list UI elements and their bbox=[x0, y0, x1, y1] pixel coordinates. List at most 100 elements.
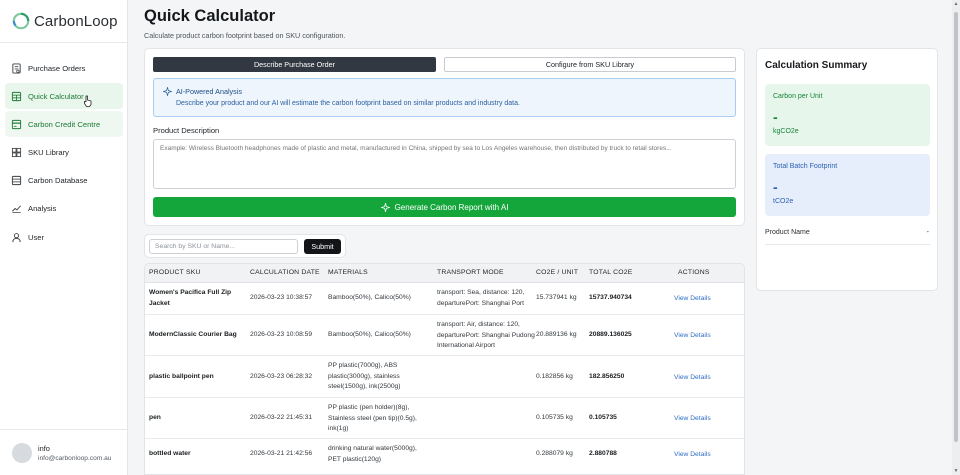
column-header-co2e-unit: CO2E / UNIT bbox=[536, 269, 579, 276]
cell-total-co2e: 15737.940734 bbox=[589, 294, 632, 301]
cell-transport: transport: Air, distance: 120, departure… bbox=[437, 321, 535, 349]
table-header: PRODUCT SKU CALCULATION DATE MATERIALS T… bbox=[145, 264, 744, 283]
search-input[interactable]: Search by SKU or Name... bbox=[149, 239, 298, 254]
brand-name: CarbonLoop bbox=[34, 12, 118, 30]
user-name: info bbox=[38, 443, 50, 453]
sidebar: CarbonLoop Purchase Orders Quick Calcula… bbox=[0, 0, 128, 475]
table-row[interactable]: bottled water 2026-03-21 21:42:56 drinki… bbox=[145, 439, 744, 474]
table-row[interactable]: Women's Pacifica Full Zip Jacket 2026-03… bbox=[145, 283, 744, 315]
sidebar-nav: Purchase Orders Quick Calculator Carbon … bbox=[5, 55, 123, 252]
carbonloop-logo-icon bbox=[12, 12, 30, 30]
submit-button[interactable]: Submit bbox=[304, 239, 341, 254]
sidebar-item-label: Quick Calculator bbox=[28, 91, 84, 101]
sidebar-item-label: Analysis bbox=[28, 204, 57, 214]
sidebar-item-purchase-orders[interactable]: Purchase Orders bbox=[5, 55, 123, 81]
page-subtitle: Calculate product carbon footprint based… bbox=[144, 31, 346, 40]
metric-unit: tCO2e bbox=[773, 198, 794, 205]
scrollbar-thumb[interactable] bbox=[954, 12, 958, 442]
grid-icon bbox=[11, 148, 22, 158]
cell-materials: Bamboo(50%), Calico(50%) bbox=[328, 294, 411, 301]
product-name-label: Product Name bbox=[765, 229, 810, 236]
cell-transport: transport: Sea, distance: 120, departure… bbox=[437, 289, 525, 307]
ai-analysis-title: AI-Powered Analysis bbox=[176, 87, 242, 96]
cell-co2e-unit: 0.105735 kg bbox=[536, 414, 573, 421]
ai-analysis-description: Describe your product and our AI will es… bbox=[176, 100, 520, 107]
column-header-sku: PRODUCT SKU bbox=[149, 269, 201, 276]
sidebar-item-user[interactable]: User bbox=[5, 224, 123, 250]
column-header-transport: TRANSPORT MODE bbox=[437, 269, 504, 276]
table-row[interactable]: ModernClassic Courier Bag 2026-03-23 10:… bbox=[145, 315, 744, 356]
cell-materials: drinking natural water(5000g), PET plast… bbox=[328, 445, 417, 463]
product-description-input[interactable] bbox=[153, 139, 736, 189]
avatar bbox=[12, 442, 32, 463]
cell-co2e-unit: 0.288079 kg bbox=[536, 450, 573, 457]
view-details-link[interactable]: View Details bbox=[674, 294, 711, 305]
table-row[interactable]: plastic ballpoint pen 2026-03-23 06:28:3… bbox=[145, 356, 744, 398]
column-header-total-co2e: TOTAL CO2E bbox=[589, 269, 633, 276]
sidebar-item-analysis[interactable]: Analysis bbox=[5, 196, 123, 222]
sidebar-item-label: User bbox=[28, 232, 45, 242]
metric-unit: kgCO2e bbox=[773, 128, 799, 135]
total-batch-footprint-metric: Total Batch Footprint - tCO2e bbox=[765, 154, 930, 216]
cell-date: 2026-03-23 10:08:59 bbox=[250, 331, 313, 338]
cell-materials: Bamboo(50%), Calico(50%) bbox=[328, 331, 411, 338]
calculation-summary-card: Calculation Summary Carbon per Unit - kg… bbox=[756, 48, 938, 291]
cell-date: 2026-03-22 21:45:31 bbox=[250, 414, 313, 421]
column-header-actions: ACTIONS bbox=[678, 269, 710, 276]
table-row[interactable]: pen 2026-03-22 21:45:31 PP plastic (pen … bbox=[145, 398, 744, 439]
sidebar-item-label: Carbon Database bbox=[28, 176, 88, 186]
cell-date: 2026-03-21 21:42:56 bbox=[250, 450, 313, 457]
sparkle-icon bbox=[163, 87, 172, 96]
generate-report-button[interactable]: Generate Carbon Report with AI bbox=[153, 197, 736, 217]
view-details-link[interactable]: View Details bbox=[674, 414, 711, 425]
search-bar: Search by SKU or Name... Submit bbox=[144, 234, 346, 258]
cell-sku: ModernClassic Courier Bag bbox=[149, 331, 237, 338]
calculator-input-card: Describe Purchase Order Configure from S… bbox=[144, 48, 745, 226]
column-header-date: CALCULATION DATE bbox=[250, 269, 320, 276]
view-details-link[interactable]: View Details bbox=[674, 331, 711, 342]
sidebar-item-label: Purchase Orders bbox=[28, 63, 86, 73]
metric-label: Total Batch Footprint bbox=[773, 163, 838, 170]
product-name-value: - bbox=[926, 229, 929, 236]
scroll-down-icon[interactable]: ▼ bbox=[952, 467, 960, 475]
user-icon bbox=[12, 232, 21, 242]
cell-sku: pen bbox=[149, 414, 161, 421]
sidebar-item-sku-library[interactable]: SKU Library bbox=[5, 140, 123, 166]
sparkle-icon bbox=[380, 202, 390, 212]
database-icon bbox=[11, 176, 22, 186]
generate-report-label: Generate Carbon Report with AI bbox=[394, 202, 509, 212]
user-email: info@carbonloop.com.au bbox=[38, 454, 112, 462]
cell-sku: bottled water bbox=[149, 450, 191, 457]
cell-total-co2e: 20889.136025 bbox=[589, 331, 632, 338]
summary-title: Calculation Summary bbox=[765, 60, 868, 71]
trend-chart-icon bbox=[12, 205, 21, 214]
cell-co2e-unit: 0.182856 kg bbox=[536, 373, 573, 380]
calculator-icon bbox=[11, 91, 22, 101]
metric-value: - bbox=[773, 109, 778, 125]
scroll-up-icon[interactable]: ▲ bbox=[952, 0, 960, 8]
cell-total-co2e: 182.856250 bbox=[589, 373, 625, 380]
metric-value: - bbox=[773, 179, 778, 195]
view-details-link[interactable]: View Details bbox=[674, 450, 711, 461]
user-profile[interactable]: info info@carbonloop.com.au bbox=[0, 429, 127, 475]
sidebar-item-carbon-database[interactable]: Carbon Database bbox=[5, 168, 123, 194]
product-description-label: Product Description bbox=[153, 126, 220, 135]
ai-analysis-notice: AI-Powered Analysis Describe your produc… bbox=[153, 78, 736, 117]
cell-sku: plastic ballpoint pen bbox=[149, 373, 214, 380]
cell-date: 2026-03-23 10:38:57 bbox=[250, 294, 313, 301]
cell-sku: Women's Pacifica Full Zip Jacket bbox=[149, 289, 232, 307]
sidebar-item-label: SKU Library bbox=[28, 148, 69, 158]
sidebar-item-quick-calculator[interactable]: Quick Calculator bbox=[5, 83, 123, 110]
page-title: Quick Calculator bbox=[144, 7, 276, 25]
pointer-cursor-icon bbox=[84, 95, 92, 107]
cell-materials: PP plastic (pen holder)(8g), Stainless s… bbox=[328, 404, 417, 432]
document-icon bbox=[12, 62, 21, 74]
cell-total-co2e: 2.880788 bbox=[589, 450, 617, 457]
sidebar-divider bbox=[0, 42, 127, 43]
tab-configure-sku-library[interactable]: Configure from SKU Library bbox=[444, 57, 736, 72]
view-details-link[interactable]: View Details bbox=[674, 373, 711, 384]
sidebar-item-carbon-credit-centre[interactable]: Carbon Credit Centre bbox=[5, 111, 123, 138]
brand[interactable]: CarbonLoop bbox=[0, 0, 127, 42]
cell-co2e-unit: 20.889136 kg bbox=[536, 331, 577, 338]
tab-describe-purchase-order[interactable]: Describe Purchase Order bbox=[153, 57, 436, 72]
